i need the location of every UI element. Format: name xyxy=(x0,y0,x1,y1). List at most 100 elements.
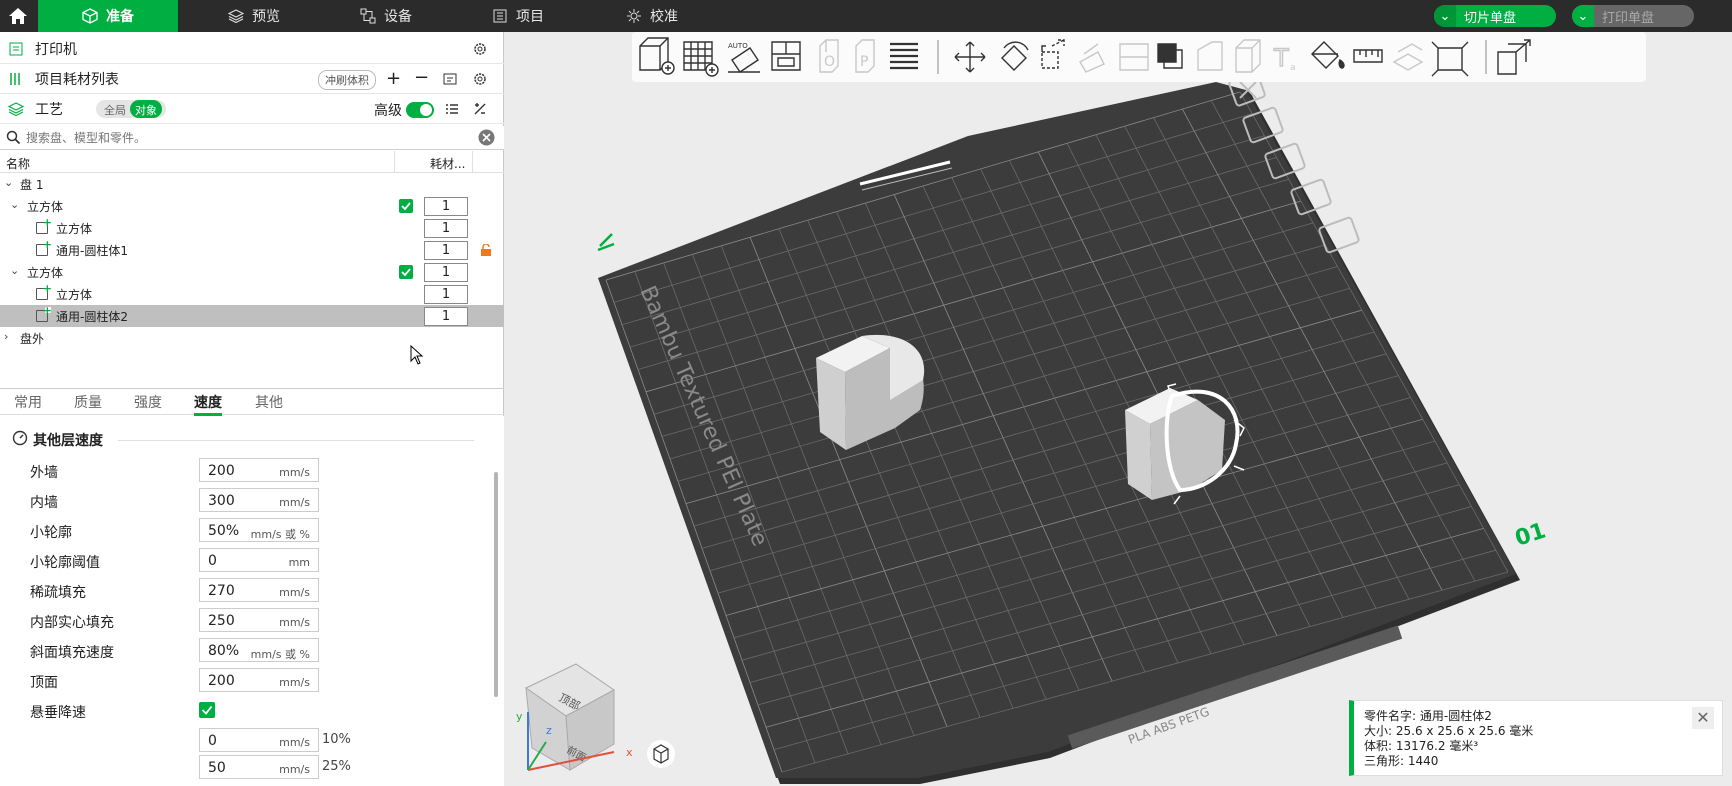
chevron-right-icon[interactable]: › xyxy=(4,330,8,343)
gear-icon[interactable] xyxy=(472,41,488,57)
filament-index[interactable]: 1 xyxy=(424,307,468,326)
object-list: 名称 耗材... ⌄ 盘 1 ⌄ 立方体 1 + 立方体 1 + 通用-圆柱体1… xyxy=(0,151,504,389)
checkbox[interactable] xyxy=(399,199,413,213)
text-icon[interactable]: Ta xyxy=(1272,43,1296,73)
popout-icon[interactable] xyxy=(1497,39,1531,75)
tree-row-part[interactable]: + 立方体 1 xyxy=(0,282,504,305)
checkbox[interactable] xyxy=(399,265,413,279)
flush-volume-button[interactable]: 冲刷体积 xyxy=(318,70,376,90)
unlock-icon[interactable] xyxy=(480,244,492,256)
tab-others[interactable]: 其他 xyxy=(255,392,283,412)
filament-index[interactable]: 1 xyxy=(424,285,468,304)
print-plate-button[interactable]: ⌄ 打印单盘 xyxy=(1572,5,1694,27)
close-icon[interactable]: ✕ xyxy=(1692,707,1714,729)
layers-editing-icon[interactable] xyxy=(890,42,918,70)
svg-text:O: O xyxy=(824,54,835,70)
filament-index[interactable]: 1 xyxy=(424,197,468,216)
param-input[interactable]: 200 mm/s xyxy=(199,668,319,692)
support-paint-icon[interactable] xyxy=(1197,41,1223,71)
home-button[interactable] xyxy=(0,0,36,32)
slice-plate-button[interactable]: ⌄ 切片单盘 xyxy=(1434,5,1556,27)
filament-index[interactable]: 1 xyxy=(424,219,468,238)
tab-device[interactable]: 设备 xyxy=(360,0,412,32)
toggle-object[interactable]: 对象 xyxy=(130,100,162,118)
tab-prepare[interactable]: 准备 xyxy=(38,0,178,32)
tree-row-label: 通用-圆柱体1 xyxy=(56,244,128,258)
seam-paint-icon[interactable] xyxy=(1235,39,1261,73)
search-input[interactable] xyxy=(26,129,466,147)
process-section[interactable]: 工艺 全局 对象 高级 xyxy=(0,94,504,124)
build-plate xyxy=(598,82,1520,784)
scale-icon[interactable] xyxy=(1041,39,1065,69)
3d-viewport[interactable]: Bambu Textured PEI Plate 01 PLA ABS PETG xyxy=(505,32,1732,784)
tab-preview[interactable]: 预览 xyxy=(228,0,280,32)
measure-icon[interactable] xyxy=(1353,49,1383,63)
checkbox[interactable] xyxy=(199,702,215,718)
chevron-down-icon[interactable]: ⌄ xyxy=(10,264,19,277)
chevron-down-icon[interactable]: ⌄ xyxy=(4,176,13,189)
tree-row-plate[interactable]: ⌄ 盘 1 xyxy=(0,173,504,195)
pencil-mark-icon xyxy=(597,233,615,252)
tree-row-part[interactable]: + 立方体 1 xyxy=(0,216,504,239)
tree-row-label: 立方体 xyxy=(56,288,93,302)
add-icon[interactable]: + xyxy=(386,68,401,89)
advanced-switch[interactable] xyxy=(406,102,434,118)
tree-row-part[interactable]: + 通用-圆柱体1 1 xyxy=(0,238,504,261)
filament-index[interactable]: 1 xyxy=(424,241,468,260)
params-scrollbar[interactable] xyxy=(494,472,498,697)
boolean-icon[interactable] xyxy=(1157,43,1183,69)
part-info-panel: 零件名字: 通用-圆柱体2 大小: 25.6 x 25.6 x 25.6 毫米 … xyxy=(1349,700,1723,776)
gear-icon[interactable] xyxy=(472,71,488,87)
add-plate-icon[interactable] xyxy=(683,41,719,77)
tab-strength[interactable]: 强度 xyxy=(134,392,162,412)
lay-on-face-icon[interactable] xyxy=(1079,43,1105,73)
compare-icon[interactable] xyxy=(472,101,488,117)
auto-orient-icon[interactable]: AUTO xyxy=(728,42,760,73)
tree-row-object[interactable]: ⌄ 立方体 1 xyxy=(0,261,504,283)
chevron-down-icon[interactable]: ⌄ xyxy=(1572,5,1594,27)
mouse-cursor-icon xyxy=(410,345,424,365)
tab-speed[interactable]: 速度 xyxy=(194,392,222,416)
param-input[interactable]: 0 mm/s xyxy=(199,728,319,752)
remove-icon[interactable]: − xyxy=(414,67,429,88)
tab-project[interactable]: 项目 xyxy=(492,0,544,32)
toggle-global[interactable]: 全局 xyxy=(104,102,126,118)
tab-quality[interactable]: 质量 xyxy=(74,392,102,412)
sync-icon[interactable] xyxy=(442,71,458,87)
view-cube[interactable]: 顶部 前面 y z x xyxy=(516,663,633,771)
filament-index[interactable]: 1 xyxy=(424,263,468,282)
param-input[interactable]: 50% mm/s 或 % xyxy=(199,518,319,542)
tab-calibration[interactable]: 校准 xyxy=(626,0,678,32)
reset-view-button[interactable] xyxy=(647,740,675,768)
tab-general[interactable]: 常用 xyxy=(14,392,42,412)
chevron-down-icon[interactable]: ⌄ xyxy=(10,198,19,211)
global-object-toggle[interactable]: 全局 对象 xyxy=(96,100,166,118)
param-input[interactable]: 80% mm/s 或 % xyxy=(199,638,319,662)
rotate-icon[interactable] xyxy=(1001,41,1029,71)
assembly-icon[interactable] xyxy=(1392,43,1424,71)
param-input[interactable]: 300 mm/s xyxy=(199,488,319,512)
clear-icon[interactable] xyxy=(478,129,495,146)
param-input[interactable]: 200 mm/s xyxy=(199,458,319,482)
tree-row-object[interactable]: ⌄ 立方体 1 xyxy=(0,195,504,217)
move-icon[interactable] xyxy=(954,41,986,73)
add-object-icon[interactable] xyxy=(639,37,675,75)
arrange-icon[interactable] xyxy=(771,41,801,71)
param-input[interactable]: 270 mm/s xyxy=(199,578,319,602)
filament-section[interactable]: 项目耗材列表 冲刷体积 + − xyxy=(0,64,504,94)
param-input[interactable]: 50 mm/s xyxy=(199,755,319,779)
param-input[interactable]: 250 mm/s xyxy=(199,608,319,632)
volume-label: 体积: xyxy=(1364,739,1393,753)
split-parts-icon[interactable]: P xyxy=(855,39,875,73)
chevron-down-icon[interactable]: ⌄ xyxy=(1434,5,1456,27)
printer-section[interactable]: 打印机 xyxy=(0,34,504,64)
tree-row-part-selected[interactable]: + 通用-圆柱体2 1 xyxy=(0,304,504,327)
fit-view-icon[interactable] xyxy=(1431,41,1469,77)
param-input[interactable]: 0 mm xyxy=(199,548,319,572)
split-objects-icon[interactable]: O xyxy=(819,39,839,73)
svg-text:T: T xyxy=(1273,44,1289,72)
tree-row-offplate[interactable]: › 盘外 xyxy=(0,327,504,349)
list-icon[interactable] xyxy=(444,101,460,117)
cut-icon[interactable] xyxy=(1119,43,1149,71)
color-paint-icon[interactable] xyxy=(1311,41,1345,69)
